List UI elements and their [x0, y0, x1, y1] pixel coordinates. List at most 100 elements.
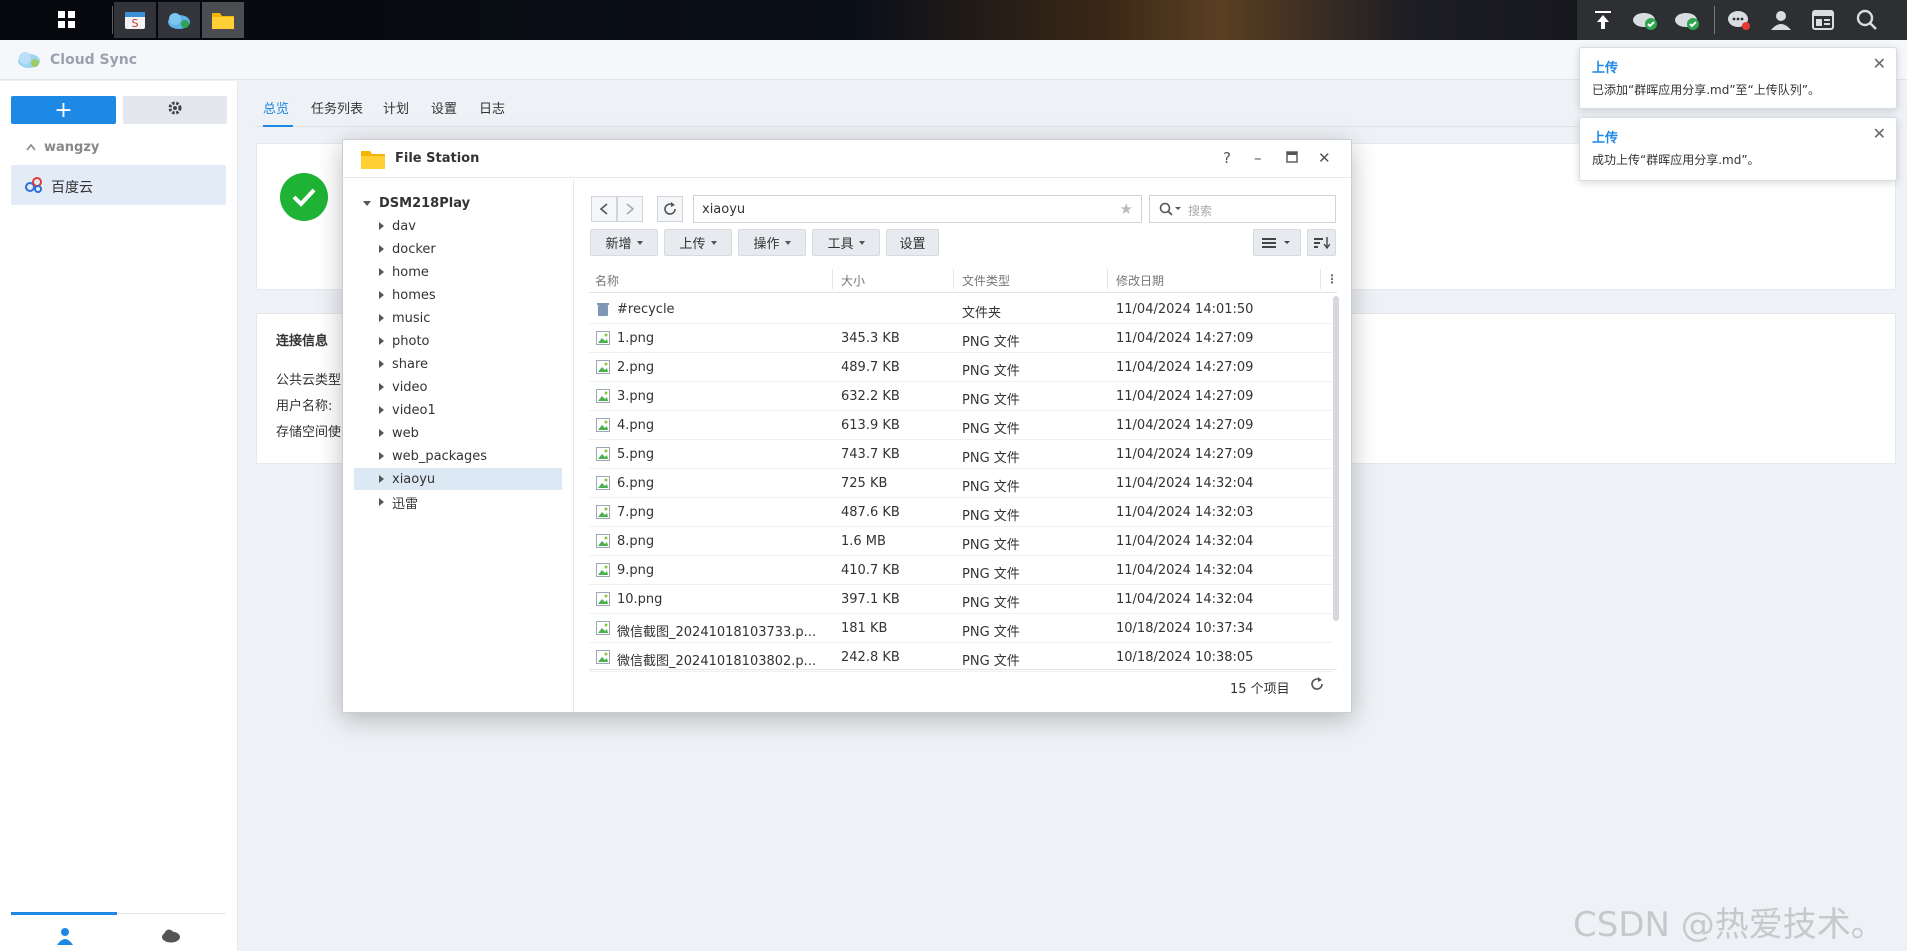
cloud-sync-status-icon[interactable]: [1627, 4, 1663, 36]
upload-button[interactable]: 上传: [664, 229, 732, 256]
active-tab-underline: [263, 125, 293, 127]
sidebar-item-baiduyun[interactable]: 百度云: [11, 165, 226, 205]
window-titlebar[interactable]: File Station ? – ✕: [343, 140, 1351, 178]
table-row[interactable]: 3.png 632.2 KB PNG 文件 11/04/2024 14:27:09: [589, 382, 1332, 411]
tools-button[interactable]: 工具: [812, 229, 880, 256]
table-row[interactable]: 8.png 1.6 MB PNG 文件 11/04/2024 14:32:04: [589, 527, 1332, 556]
file-date: 11/04/2024 14:27:09: [1116, 389, 1254, 404]
table-row[interactable]: 9.png 410.7 KB PNG 文件 11/04/2024 14:32:04: [589, 556, 1332, 585]
widgets-icon[interactable]: [1805, 4, 1841, 36]
account-group[interactable]: wangzy: [26, 140, 99, 155]
table-row[interactable]: #recycle 文件夹 11/04/2024 14:01:50: [589, 295, 1332, 324]
notification-upload-queued[interactable]: 上传 已添加“群晖应用分享.md”至“上传队列”。 ✕: [1579, 47, 1897, 109]
file-name: 10.png: [617, 592, 663, 607]
table-row[interactable]: 6.png 725 KB PNG 文件 11/04/2024 14:32:04: [589, 469, 1332, 498]
search-input[interactable]: 搜索: [1149, 195, 1336, 223]
tree-item-docker[interactable]: docker: [379, 238, 436, 260]
table-row[interactable]: 1.png 345.3 KB PNG 文件 11/04/2024 14:27:09: [589, 324, 1332, 353]
tree-item-home[interactable]: home: [379, 261, 429, 283]
notification-upload-done[interactable]: 上传 成功上传“群晖应用分享.md”。 ✕: [1579, 117, 1897, 181]
sidebar-footer-active-indicator: [11, 912, 117, 915]
table-row[interactable]: 10.png 397.1 KB PNG 文件 11/04/2024 14:32:04: [589, 585, 1332, 614]
caret-right-icon: [379, 475, 384, 483]
sidebar-item-label: 百度云: [51, 180, 93, 196]
file-type: PNG 文件: [962, 567, 1020, 582]
file-size: 489.7 KB: [841, 360, 900, 375]
scrollbar[interactable]: [1333, 296, 1339, 621]
tree-item-video[interactable]: video: [379, 376, 428, 398]
table-row[interactable]: 4.png 613.9 KB PNG 文件 11/04/2024 14:27:09: [589, 411, 1332, 440]
file-type: 文件夹: [962, 306, 1002, 321]
column-name[interactable]: 名称: [595, 272, 619, 289]
caret-right-icon: [379, 222, 384, 230]
close-icon[interactable]: ✕: [1873, 54, 1886, 73]
table-row[interactable]: 7.png 487.6 KB PNG 文件 11/04/2024 14:32:03: [589, 498, 1332, 527]
caret-down-icon: [363, 200, 371, 206]
file-type: PNG 文件: [962, 538, 1020, 553]
tree-item-homes[interactable]: homes: [379, 284, 436, 306]
column-menu-icon[interactable]: ⋮: [1326, 272, 1338, 286]
notification-title: 上传: [1592, 131, 1619, 146]
path-field[interactable]: xiaoyu ★: [693, 195, 1142, 223]
tree-item-xunlei[interactable]: 迅雷: [379, 491, 418, 513]
column-divider: [1320, 269, 1321, 289]
file-station-app-icon[interactable]: [202, 2, 244, 38]
caret-right-icon: [379, 406, 384, 414]
file-type: PNG 文件: [962, 596, 1020, 611]
image-icon: [596, 534, 610, 548]
main-menu-icon[interactable]: [46, 2, 88, 38]
table-row[interactable]: 微信截图_20241018103802.p... 242.8 KB PNG 文件 10…: [589, 643, 1332, 672]
search-icon[interactable]: [1849, 4, 1885, 36]
tab-task-list[interactable]: 任务列表: [311, 98, 363, 117]
settings-button[interactable]: 设置: [886, 229, 939, 256]
back-button[interactable]: [591, 196, 617, 222]
table-row[interactable]: 2.png 489.7 KB PNG 文件 11/04/2024 14:27:09: [589, 353, 1332, 382]
table-row[interactable]: 微信截图_20241018103733.p... 181 KB PNG 文件 10/1…: [589, 614, 1332, 643]
file-type: PNG 文件: [962, 480, 1020, 495]
refresh-icon[interactable]: [1310, 677, 1324, 695]
view-mode-button[interactable]: [1253, 229, 1301, 256]
tree-item-dav[interactable]: dav: [379, 215, 416, 237]
tree-item-share[interactable]: share: [379, 353, 428, 375]
cloud-sync-app-icon[interactable]: [158, 2, 200, 38]
tree-item-web-packages[interactable]: web_packages: [379, 445, 487, 467]
action-button[interactable]: 操作: [738, 229, 806, 256]
tab-log[interactable]: 日志: [479, 98, 505, 117]
forward-button[interactable]: [617, 196, 643, 222]
watermark: CSDN @热爱技术。: [1573, 905, 1885, 945]
close-icon[interactable]: ✕: [1873, 124, 1886, 143]
user-tab-icon[interactable]: [56, 927, 74, 949]
tree-item-photo[interactable]: photo: [379, 330, 430, 352]
file-type: PNG 文件: [962, 625, 1020, 640]
add-connection-button[interactable]: +: [11, 96, 116, 124]
tab-settings[interactable]: 设置: [431, 98, 457, 117]
column-date[interactable]: 修改日期: [1116, 272, 1164, 289]
settings-button[interactable]: [123, 96, 227, 124]
file-name: 5.png: [617, 447, 655, 462]
maximize-icon[interactable]: [1286, 149, 1298, 167]
tree-item-music[interactable]: music: [379, 307, 430, 329]
file-date: 11/04/2024 14:27:09: [1116, 447, 1254, 462]
tab-overview[interactable]: 总览: [263, 98, 289, 117]
tree-item-video1[interactable]: video1: [379, 399, 436, 421]
column-size[interactable]: 大小: [841, 272, 865, 289]
tree-root[interactable]: DSM218Play: [363, 192, 470, 214]
favorite-star-icon[interactable]: ★: [1120, 200, 1133, 218]
help-icon[interactable]: ?: [1223, 149, 1231, 167]
minimize-icon[interactable]: –: [1254, 149, 1262, 167]
tree-item-xiaoyu[interactable]: xiaoyu: [354, 468, 562, 490]
cloud-status-icon[interactable]: [1669, 4, 1705, 36]
package-center-icon[interactable]: S: [114, 2, 156, 38]
sort-button[interactable]: [1307, 229, 1336, 256]
column-type[interactable]: 文件类型: [962, 272, 1010, 289]
upload-queue-icon[interactable]: [1585, 4, 1621, 36]
tree-item-web[interactable]: web: [379, 422, 419, 444]
user-icon[interactable]: [1763, 4, 1799, 36]
tab-schedule[interactable]: 计划: [383, 98, 409, 117]
table-row[interactable]: 5.png 743.7 KB PNG 文件 11/04/2024 14:27:09: [589, 440, 1332, 469]
cloud-tab-icon[interactable]: [161, 927, 181, 947]
new-button[interactable]: 新增: [590, 229, 658, 256]
messages-icon[interactable]: [1721, 4, 1757, 36]
close-window-icon[interactable]: ✕: [1318, 149, 1331, 167]
refresh-button[interactable]: [657, 196, 683, 222]
